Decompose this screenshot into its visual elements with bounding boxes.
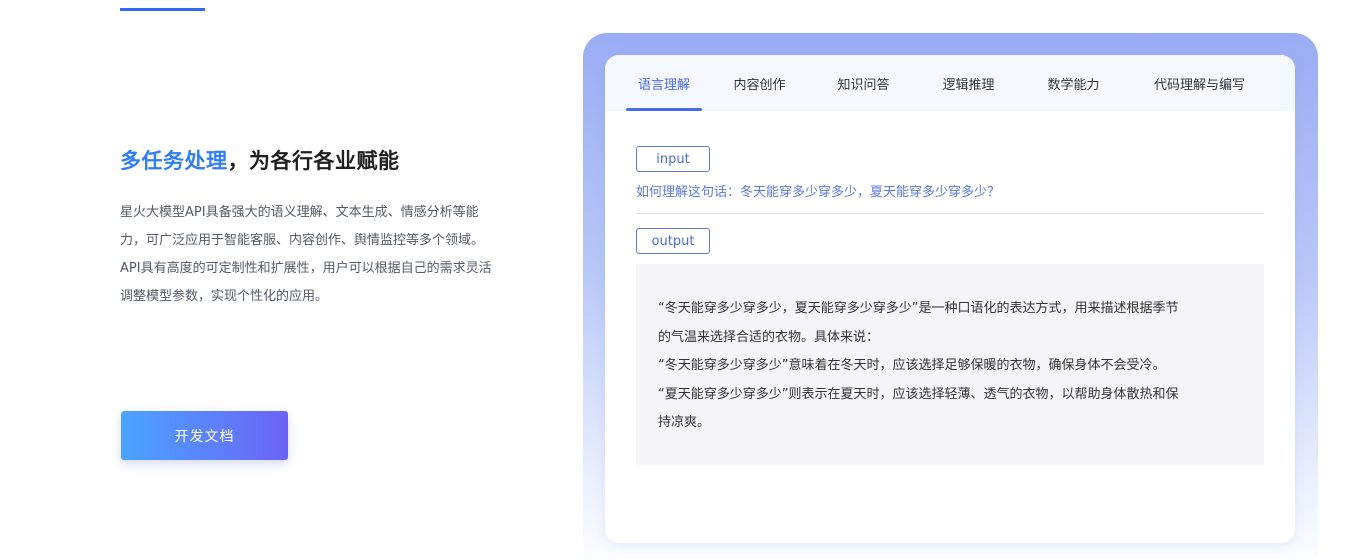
tab-content-creation[interactable]: 内容创作 (731, 55, 788, 111)
tab-math-ability[interactable]: 数学能力 (1045, 55, 1102, 111)
answer-line: 的气温来选择合适的衣物。具体来说： (658, 329, 880, 345)
output-tag: output (636, 228, 710, 254)
section-headline: 多任务处理，为各行各业赋能 (120, 145, 500, 177)
section-description: 星火大模型API具备强大的语义理解、文本生成、情感分析等能力，可广泛应用于智能客… (120, 205, 492, 304)
headline-rest: ，为各行各业赋能 (227, 149, 400, 173)
answer-line: “冬天能穿多少穿多少，夏天能穿多少穿多少”是一种口语化的表达方式，用来描述根据季… (658, 301, 1179, 316)
tab-knowledge-qa[interactable]: 知识问答 (835, 55, 892, 111)
tab-code-understanding[interactable]: 代码理解与编写 (1150, 55, 1249, 111)
demo-card: 语言理解 内容创作 知识问答 逻辑推理 数学能力 代码理解与编写 input 如… (605, 55, 1295, 543)
tab-logical-reasoning[interactable]: 逻辑推理 (940, 55, 997, 111)
input-tag: input (636, 146, 710, 172)
page: 多任务处理，为各行各业赋能 星火大模型API具备强大的语义理解、文本生成、情感分… (0, 0, 1365, 560)
dev-docs-button[interactable]: 开发文档 (121, 411, 288, 460)
top-accent-bar (120, 8, 205, 11)
answer-line: “夏天能穿多少穿多少”则表示在夏天时，应该选择轻薄、透气的衣物，以帮助身体散热和… (658, 386, 1179, 402)
tab-language-understanding[interactable]: 语言理解 (626, 55, 702, 111)
feature-intro: 多任务处理，为各行各业赋能 星火大模型API具备强大的语义理解、文本生成、情感分… (120, 145, 500, 311)
demo-content: input 如何理解这句话：冬天能穿多少穿多少，夏天能穿多少穿多少？ outpu… (636, 146, 1264, 465)
headline-highlight: 多任务处理 (120, 149, 228, 173)
divider (636, 213, 1264, 214)
demo-question: 如何理解这句话：冬天能穿多少穿多少，夏天能穿多少穿多少？ (636, 185, 1001, 200)
answer-line: 持凉爽。 (658, 415, 711, 430)
capability-tabs: 语言理解 内容创作 知识问答 逻辑推理 数学能力 代码理解与编写 (605, 55, 1295, 111)
answer-line: “冬天能穿多少穿多少”意味着在冬天时，应该选择足够保暖的衣物，确保身体不会受冷。 (658, 358, 1166, 373)
demo-answer: “冬天能穿多少穿多少，夏天能穿多少穿多少”是一种口语化的表达方式，用来描述根据季… (636, 264, 1264, 465)
